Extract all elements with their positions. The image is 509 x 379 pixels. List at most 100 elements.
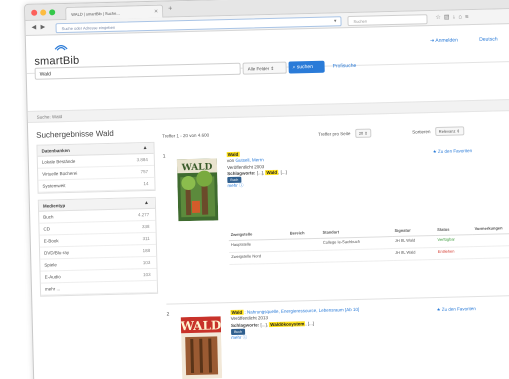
login-link[interactable]: ⇥ Anmelden — [430, 37, 468, 44]
back-icon[interactable]: ◀ — [31, 24, 37, 31]
plus-icon[interactable]: + — [168, 5, 172, 12]
field-select-value: Alle Felder — [247, 66, 270, 72]
facet-label: CD — [43, 226, 51, 232]
status-cell: Entliehen — [435, 246, 474, 260]
add-favorite-link[interactable]: ★ Zu den Favoriten — [437, 306, 476, 313]
search-icon: ⌕ — [292, 64, 296, 71]
add-favorite-link[interactable]: ★ Zu den Favoriten — [433, 148, 472, 155]
more-link[interactable]: mehr — [227, 183, 237, 188]
results-heading: Suchergebnisse Wald — [36, 128, 114, 140]
toolbar-icons: ☆▤↓⌂≡ — [435, 13, 471, 21]
facets-sidebar: Datenbanken ▲ Lokale Bestände 3.884 Virtu… — [36, 141, 159, 303]
facet-label: DVD/Blu-ray — [44, 249, 70, 256]
close-icon[interactable]: ✕ — [154, 9, 158, 15]
breadcrumb-bar: Suche: Wald — [27, 98, 509, 123]
facet-count: 103 — [142, 259, 151, 266]
info-icon[interactable]: ⓘ — [243, 335, 248, 340]
facet-media-type: Medientyp ▲ Buch 4.277 CD 338 E-Book 311 DV… — [37, 196, 159, 297]
sort-control: Sortieren Relevanz ⇕ — [412, 126, 465, 137]
book-cover-image[interactable]: WALD — [181, 316, 223, 379]
browser-search-field[interactable]: Suchen — [347, 14, 428, 27]
facet-count: 311 — [142, 235, 150, 242]
add-favorite-label: Zu den Favoriten — [441, 306, 476, 312]
sort-select[interactable]: Relevanz ⇕ — [434, 126, 465, 137]
reservations-cell — [473, 244, 509, 259]
more-link[interactable]: mehr — [231, 335, 241, 340]
area-cell — [288, 249, 322, 263]
subject-post: , [...] — [278, 169, 287, 175]
reader-icon[interactable]: ▤ — [444, 15, 453, 21]
subject-link[interactable]: Waldökosystem — [269, 320, 306, 327]
branch-cell: Zweigstelle Nord — [229, 250, 289, 265]
caret-up-icon: ▲ — [142, 145, 148, 152]
logo[interactable]: smartBib — [34, 43, 80, 70]
divider — [166, 294, 509, 305]
result-number: 2 — [166, 311, 170, 318]
facet-count: 757 — [140, 169, 149, 175]
facet-label: Systemweit — [42, 183, 66, 189]
breadcrumb[interactable]: Suche: Wald — [28, 99, 509, 123]
logo-text: smartBib — [34, 54, 80, 68]
result-item: 2 WALD Wald : Nahrungsquelle, Energieres… — [167, 303, 509, 379]
per-page-select[interactable]: 20 ⇕ — [354, 128, 372, 138]
login-link-label: Anmelden — [435, 37, 458, 44]
facet-title: Medientyp — [42, 203, 66, 209]
field-select[interactable]: Alle Felder ⇕ — [242, 61, 287, 75]
facet-title: Datenbanken — [41, 147, 70, 154]
facet-count: 3.884 — [136, 157, 148, 163]
chevron-down-icon[interactable]: ▾ — [334, 18, 337, 24]
callno-cell: JH 8L Wald — [392, 247, 436, 261]
author-link[interactable]: Gutsell, Merrn — [235, 157, 263, 163]
subject-post: , [...] — [305, 320, 315, 326]
facet-more-label: mehr ... — [44, 286, 61, 292]
area-cell — [287, 237, 321, 251]
tab-title: WALD | smartBib | Suche... — [71, 10, 120, 17]
facet-item[interactable]: Systemweit 14 — [38, 177, 155, 193]
url-placeholder: Suche oder Adresse eingeben — [61, 24, 116, 32]
browser-search-placeholder: Suchen — [353, 18, 368, 24]
callno-cell: JH 8L Wald — [392, 235, 436, 249]
per-page-control: Treffer pro Seite 20 ⇕ — [318, 128, 372, 139]
facet-more-link[interactable]: mehr ... — [40, 280, 158, 296]
cover-title: WALD — [181, 318, 222, 333]
facet-count: 14 — [143, 181, 149, 187]
facet-count: 188 — [142, 247, 151, 254]
result-item: 1 WALD Wald von Gutsell, Merrn Veröffent… — [163, 145, 509, 265]
subject-link[interactable]: Wald — [265, 169, 279, 176]
browser-window: WALD | smartBib | Suche... ✕ + ◀ ▶ Suche… — [24, 0, 509, 379]
hits-info: Treffer 1 - 20 von 4.600 — [162, 132, 210, 139]
facet-label: Virtuelle Bücherei — [42, 170, 78, 177]
subjects-label: Schlagworte: — [230, 321, 260, 328]
info-icon[interactable]: ⓘ — [239, 183, 244, 188]
record-details: Wald von Gutsell, Merrn Veröffentlicht 2… — [226, 147, 428, 190]
search-button[interactable]: ⌕ suchen — [288, 60, 325, 74]
facet-label: E-Book — [43, 238, 59, 244]
language-link[interactable]: Deutsch — [479, 36, 497, 42]
record-title-highlight[interactable]: Wald — [230, 309, 244, 316]
facet-database: Datenbanken ▲ Lokale Bestände 3.884 Virtu… — [36, 141, 156, 194]
search-button-label: suchen — [296, 63, 314, 71]
facet-count: 103 — [143, 271, 151, 278]
facet-count: 338 — [141, 224, 150, 230]
caret-up-icon: ▲ — [143, 200, 149, 207]
maximize-window-button[interactable] — [49, 9, 56, 16]
facet-label: Spiele — [44, 262, 57, 268]
per-page-label: Treffer pro Seite — [318, 131, 351, 137]
minimize-window-button[interactable] — [40, 9, 47, 16]
record-title-link[interactable]: Wald — [226, 151, 240, 158]
book-cover-image[interactable]: WALD — [176, 158, 219, 222]
record-details: Wald : Nahrungsquelle, Energieressource,… — [230, 305, 432, 341]
holdings-table: Zweigstelle Bereich Standort Signatur St… — [228, 222, 509, 265]
per-page-value: 20 — [358, 130, 364, 136]
close-window-button[interactable] — [31, 9, 38, 16]
facet-count: 4.277 — [137, 212, 150, 218]
menu-icon[interactable]: ≡ — [465, 14, 472, 20]
sort-value: Relevanz — [438, 128, 456, 134]
subjects-label: Schlagworte: — [227, 170, 256, 176]
result-number: 1 — [162, 153, 166, 160]
forward-icon[interactable]: ▶ — [40, 23, 46, 30]
profi-search-link[interactable]: Profisuche — [333, 63, 357, 70]
logo-icon — [54, 45, 68, 51]
add-favorite-label: Zu den Favoriten — [437, 148, 473, 154]
status-cell: Verfügbar — [435, 234, 474, 248]
